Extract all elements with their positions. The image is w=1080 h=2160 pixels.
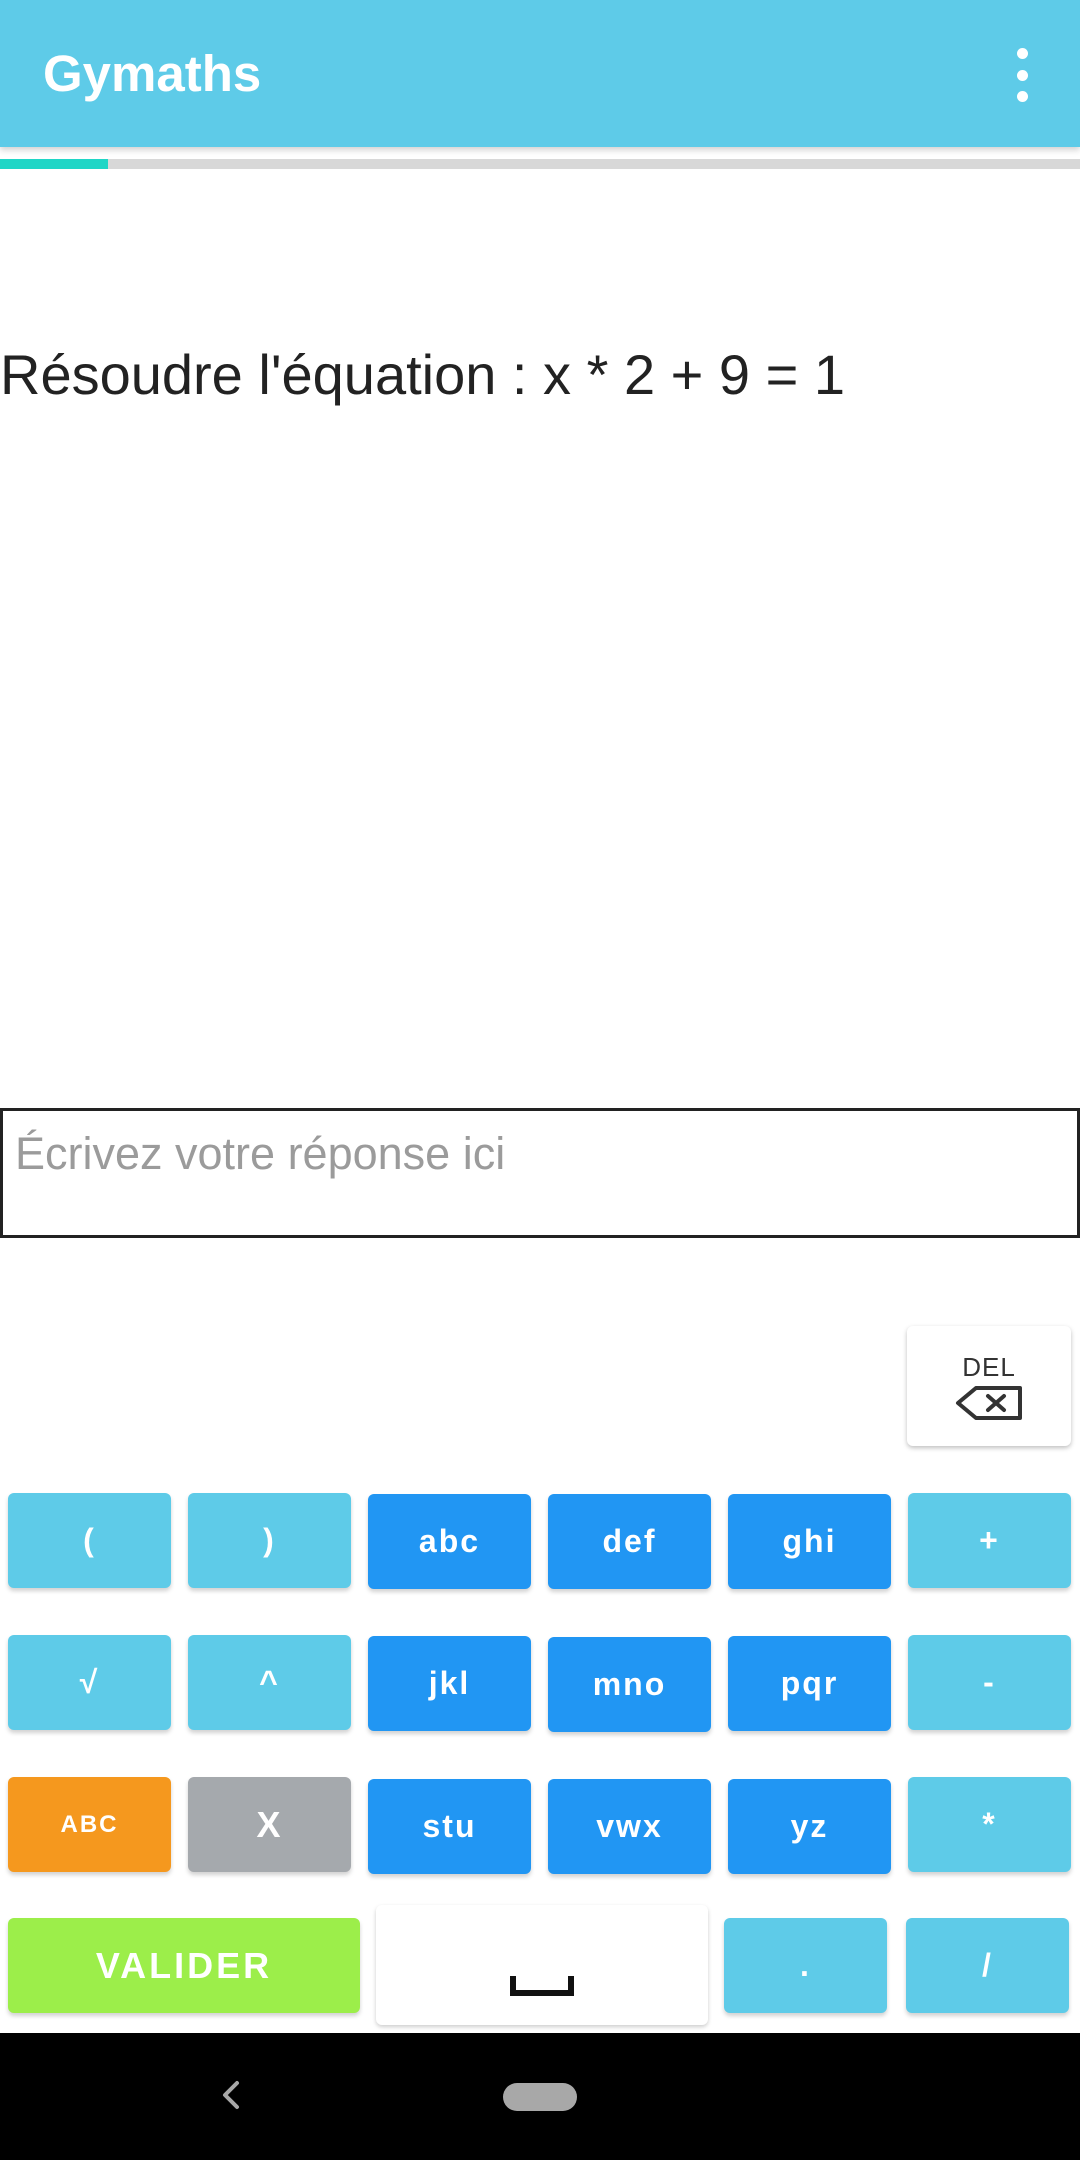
key-stu[interactable]: stu [368, 1779, 531, 1874]
progress-bar [0, 159, 1080, 169]
key-x[interactable]: X [188, 1777, 351, 1872]
answer-field[interactable] [0, 1108, 1080, 1238]
menu-dot [1016, 48, 1028, 59]
answer-input[interactable] [15, 1111, 1065, 1235]
key-dot[interactable]: . [724, 1918, 887, 2013]
progress-fill [0, 159, 108, 169]
delete-button[interactable]: DEL [907, 1326, 1071, 1446]
key-yz[interactable]: yz [728, 1779, 891, 1874]
validate-button[interactable]: VALIDER [8, 1918, 360, 2013]
key-ghi[interactable]: ghi [728, 1494, 891, 1589]
key-close-paren[interactable]: ) [188, 1493, 351, 1588]
key-pqr[interactable]: pqr [728, 1636, 891, 1731]
key-minus[interactable]: - [908, 1635, 1071, 1730]
key-def[interactable]: def [548, 1494, 711, 1589]
app-title: Gymaths [43, 45, 262, 102]
key-jkl[interactable]: jkl [368, 1636, 531, 1731]
question-text: Résoudre l'équation : x * 2 + 9 = 1 [0, 343, 846, 406]
delete-label: DEL [962, 1351, 1016, 1382]
back-chevron-icon[interactable] [215, 2073, 245, 2117]
key-vwx[interactable]: vwx [548, 1779, 711, 1874]
menu-dot [1016, 91, 1028, 102]
key-open-paren[interactable]: ( [8, 1493, 171, 1588]
app-bar: Gymaths [0, 0, 1080, 147]
key-sqrt[interactable]: √ [8, 1635, 171, 1730]
key-space[interactable] [376, 1905, 708, 2025]
home-pill-icon[interactable] [503, 2083, 577, 2111]
key-plus[interactable]: + [908, 1493, 1071, 1588]
key-uppercase[interactable]: ABC [8, 1777, 171, 1872]
space-icon [510, 1976, 574, 1996]
system-nav-bar [0, 2033, 1080, 2160]
more-vert-icon[interactable] [1002, 48, 1042, 102]
key-mno[interactable]: mno [548, 1637, 711, 1732]
backspace-icon [956, 1385, 1022, 1420]
key-divide[interactable]: / [906, 1918, 1069, 2013]
key-abc[interactable]: abc [368, 1494, 531, 1589]
key-power[interactable]: ^ [188, 1635, 351, 1730]
key-multiply[interactable]: * [908, 1777, 1071, 1872]
menu-dot [1016, 69, 1028, 81]
